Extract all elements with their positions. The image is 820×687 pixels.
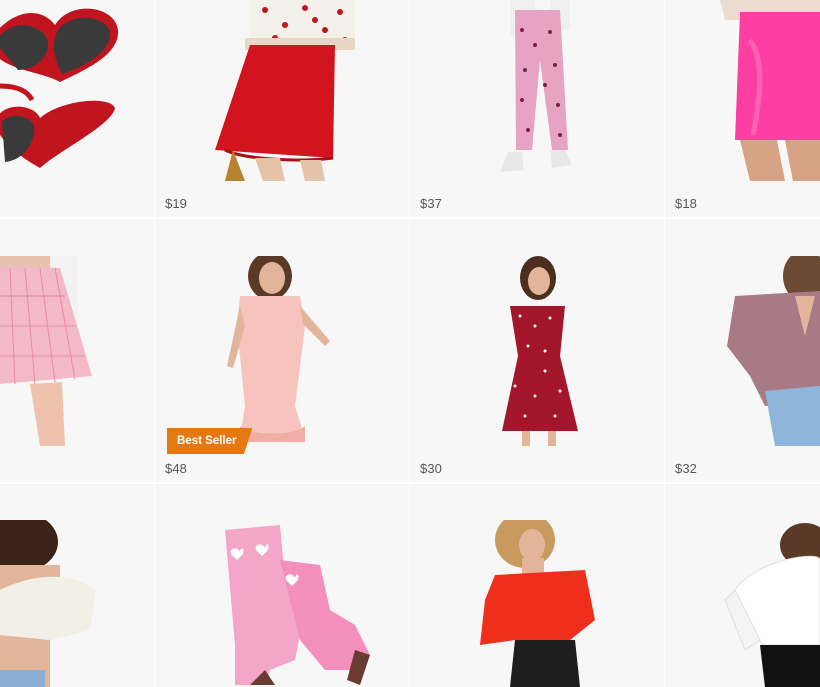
product-image[interactable] [410, 256, 664, 446]
product-card[interactable] [0, 219, 154, 482]
product-image[interactable] [665, 256, 820, 446]
product-card[interactable] [0, 0, 154, 217]
product-image[interactable] [155, 256, 409, 446]
product-image[interactable] [410, 0, 664, 181]
product-image[interactable] [665, 0, 820, 181]
product-grid: $19 $37 $18 Best Seller $48 $30 $32 [0, 0, 820, 687]
product-image[interactable] [410, 520, 664, 687]
product-price: $30 [420, 461, 442, 476]
product-price: $48 [165, 461, 187, 476]
product-price: $19 [165, 196, 187, 211]
product-image[interactable] [0, 520, 154, 687]
product-card[interactable]: $37 [410, 0, 664, 217]
product-image[interactable] [155, 0, 409, 181]
product-card[interactable]: $19 [155, 0, 409, 217]
product-card[interactable] [410, 484, 664, 687]
product-price: $37 [420, 196, 442, 211]
product-card[interactable]: $18 [665, 0, 820, 217]
product-image[interactable] [0, 256, 154, 446]
product-card[interactable] [155, 484, 409, 687]
product-card[interactable] [665, 484, 820, 687]
product-card[interactable]: $30 [410, 219, 664, 482]
product-image[interactable] [665, 520, 820, 687]
product-card[interactable]: Best Seller $48 [155, 219, 409, 482]
product-price: $32 [675, 461, 697, 476]
product-card[interactable]: $32 [665, 219, 820, 482]
best-seller-badge: Best Seller [167, 428, 253, 454]
product-price: $18 [675, 196, 697, 211]
product-card[interactable] [0, 484, 154, 687]
product-image[interactable] [155, 520, 409, 687]
product-image[interactable] [0, 0, 154, 181]
